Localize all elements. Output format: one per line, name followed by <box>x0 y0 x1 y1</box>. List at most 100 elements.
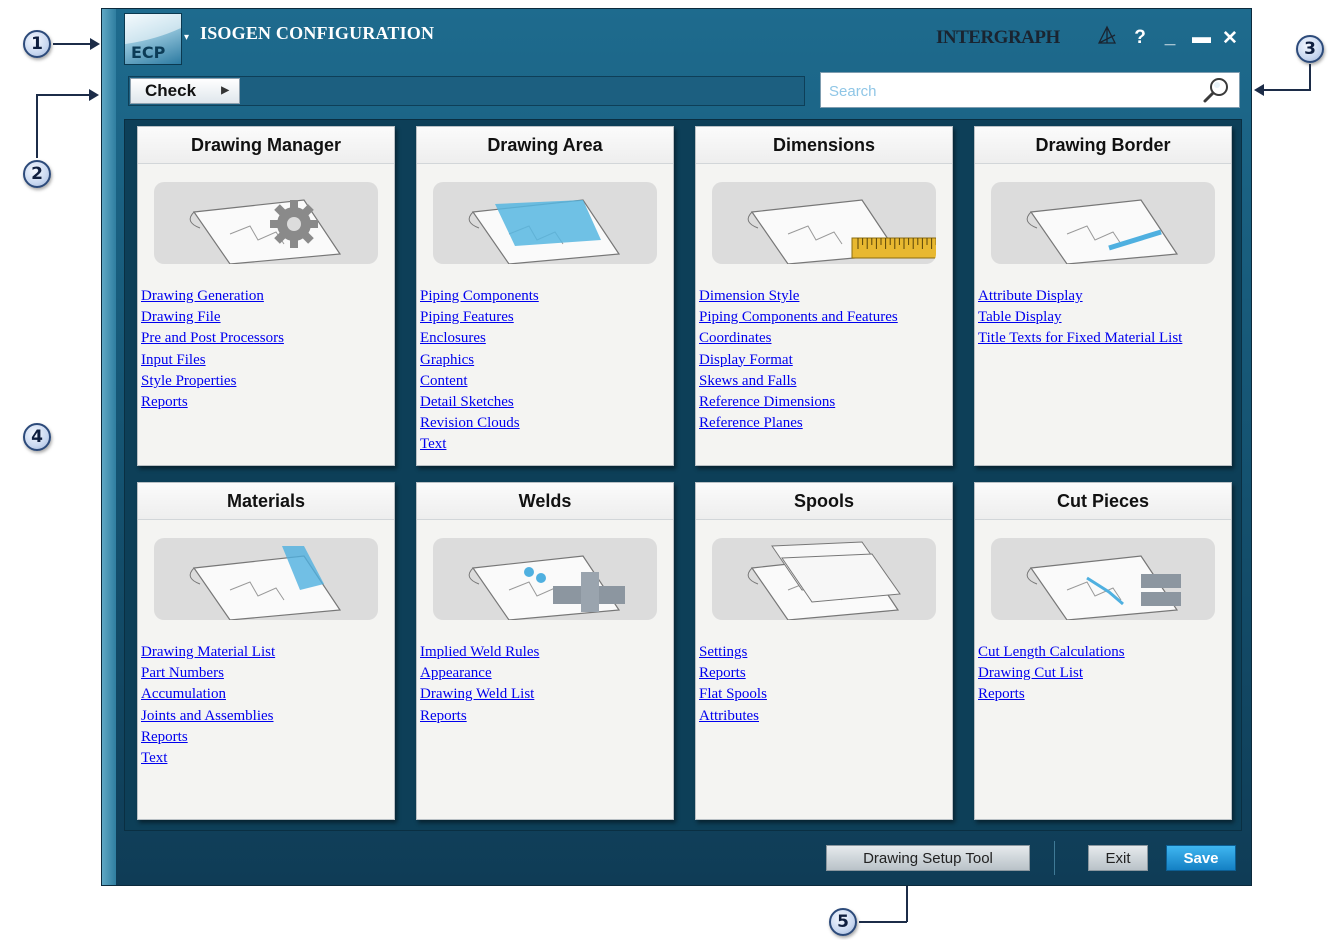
card-links: Attribute Display Table Display Title Text… <box>975 286 1231 350</box>
card-link[interactable]: Text <box>420 434 673 455</box>
card-link[interactable]: Table Display <box>978 307 1231 328</box>
callout-3: 3 <box>1296 35 1324 63</box>
card-link[interactable]: Pre and Post Processors <box>141 328 394 349</box>
intergraph-brand: INTERGRAPH <box>936 27 1060 48</box>
search-box <box>820 72 1240 108</box>
minimize-button[interactable]: _ <box>1162 27 1178 50</box>
card-link[interactable]: Piping Components <box>420 286 673 307</box>
card-link[interactable]: Coordinates <box>699 328 952 349</box>
close-button[interactable]: ✕ <box>1222 27 1238 50</box>
card-link[interactable]: Enclosures <box>420 328 673 349</box>
card-link[interactable]: Skews and Falls <box>699 371 952 392</box>
drawing-border-icon <box>991 182 1215 264</box>
card-links: Cut Length Calculations Drawing Cut List R… <box>975 642 1231 706</box>
card-link[interactable]: Appearance <box>420 663 673 684</box>
search-icon[interactable] <box>1201 76 1231 104</box>
card-link[interactable]: Detail Sketches <box>420 392 673 413</box>
card-links: Drawing Generation Drawing File Pre and Po… <box>138 286 394 413</box>
card-link[interactable]: Flat Spools <box>699 684 952 705</box>
maximize-button[interactable]: ▬ <box>1192 27 1211 50</box>
check-button[interactable]: Check ▶ <box>130 78 240 104</box>
isogen-window: ECP ▾ ISOGEN CONFIGURATION INTERGRAPH ? … <box>101 8 1252 886</box>
app-title: ISOGEN CONFIGURATION <box>200 23 435 43</box>
ecp-dropdown-caret-icon: ▾ <box>183 32 189 43</box>
card-link[interactable]: Title Texts for Fixed Material List <box>978 328 1231 349</box>
card-link[interactable]: Reference Dimensions <box>699 392 952 413</box>
card-title: Materials <box>138 483 394 520</box>
card-drawing-border: Drawing Border Attribute Display Table Dis… <box>974 126 1232 466</box>
exit-button[interactable]: Exit <box>1088 845 1148 871</box>
check-button-label: Check <box>145 81 197 100</box>
card-link[interactable]: Attribute Display <box>978 286 1231 307</box>
card-links: Drawing Material List Part Numbers Accumul… <box>138 642 394 769</box>
cut-pieces-icon <box>991 538 1215 620</box>
card-link[interactable]: Input Files <box>141 350 394 371</box>
callout-3-arrow-v <box>1309 64 1311 90</box>
welds-icon <box>433 538 657 620</box>
card-link[interactable]: Drawing Cut List <box>978 663 1231 684</box>
spools-icon <box>712 538 936 620</box>
card-link[interactable]: Cut Length Calculations <box>978 642 1231 663</box>
callout-5: 5 <box>829 908 857 936</box>
card-link[interactable]: Piping Components and Features <box>699 307 952 328</box>
card-link[interactable]: Dimension Style <box>699 286 952 307</box>
card-link[interactable]: Reports <box>699 663 952 684</box>
callout-2-arrow-h <box>36 94 90 96</box>
callout-4: 4 <box>23 423 51 451</box>
card-link[interactable]: Piping Features <box>420 307 673 328</box>
card-link[interactable]: Style Properties <box>141 371 394 392</box>
callout-1-arrow <box>53 43 91 45</box>
left-strip <box>102 9 116 885</box>
card-link[interactable]: Drawing File <box>141 307 394 328</box>
card-link[interactable]: Joints and Assemblies <box>141 706 394 727</box>
card-title: Drawing Border <box>975 127 1231 164</box>
card-cut-pieces: Cut Pieces Cut Length Calculations Drawing… <box>974 482 1232 820</box>
drawing-area-icon <box>433 182 657 264</box>
card-title: Spools <box>696 483 952 520</box>
card-link[interactable]: Graphics <box>420 350 673 371</box>
card-title: Cut Pieces <box>975 483 1231 520</box>
footer-bar: Drawing Setup Tool Exit Save <box>116 835 1251 885</box>
ecp-logo-button[interactable]: ECP ▾ <box>124 13 189 65</box>
card-link[interactable]: Reports <box>141 727 394 748</box>
card-link[interactable]: Part Numbers <box>141 663 394 684</box>
card-dimensions: Dimensions Dimension Style Piping Componen… <box>695 126 953 466</box>
drawing-manager-icon <box>154 182 378 264</box>
card-link[interactable]: Drawing Generation <box>141 286 394 307</box>
card-link[interactable]: Reference Planes <box>699 413 952 434</box>
intergraph-logo-icon <box>1097 25 1117 44</box>
card-link[interactable]: Display Format <box>699 350 952 371</box>
card-link[interactable]: Settings <box>699 642 952 663</box>
card-link[interactable]: Reports <box>141 392 394 413</box>
ecp-logo-graphic-icon <box>125 14 181 44</box>
ecp-logo-text: ECP <box>131 43 166 62</box>
callout-5-arrow-v <box>906 882 908 922</box>
card-link[interactable]: Drawing Weld List <box>420 684 673 705</box>
card-links: Implied Weld Rules Appearance Drawing Weld… <box>417 642 673 727</box>
card-links: Piping Components Piping Features Enclosur… <box>417 286 673 456</box>
card-link[interactable]: Text <box>141 748 394 769</box>
drawing-setup-tool-button[interactable]: Drawing Setup Tool <box>826 845 1030 871</box>
card-drawing-area: Drawing Area Piping Components Piping Feat… <box>416 126 674 466</box>
card-link[interactable]: Accumulation <box>141 684 394 705</box>
callout-2-arrowhead <box>89 89 99 101</box>
card-link[interactable]: Content <box>420 371 673 392</box>
check-arrow-icon: ▶ <box>221 85 229 96</box>
window-controls: ? _ ▬ ✕ <box>1132 27 1238 50</box>
card-link[interactable]: Attributes <box>699 706 952 727</box>
search-input[interactable] <box>827 77 1191 105</box>
card-title: Drawing Area <box>417 127 673 164</box>
help-button[interactable]: ? <box>1132 27 1148 50</box>
category-grid: Drawing Manager Drawing Generation Drawing… <box>124 119 1242 831</box>
card-link[interactable]: Drawing Material List <box>141 642 394 663</box>
card-link[interactable]: Revision Clouds <box>420 413 673 434</box>
card-link[interactable]: Reports <box>420 706 673 727</box>
card-link[interactable]: Implied Weld Rules <box>420 642 673 663</box>
card-link[interactable]: Reports <box>978 684 1231 705</box>
save-button[interactable]: Save <box>1166 845 1236 871</box>
footer-separator <box>1054 841 1055 875</box>
card-materials: Materials Drawing Material List Part Numbe… <box>137 482 395 820</box>
card-links: Settings Reports Flat Spools Attributes <box>696 642 952 727</box>
card-title: Drawing Manager <box>138 127 394 164</box>
callout-5-arrow-h <box>859 921 907 923</box>
